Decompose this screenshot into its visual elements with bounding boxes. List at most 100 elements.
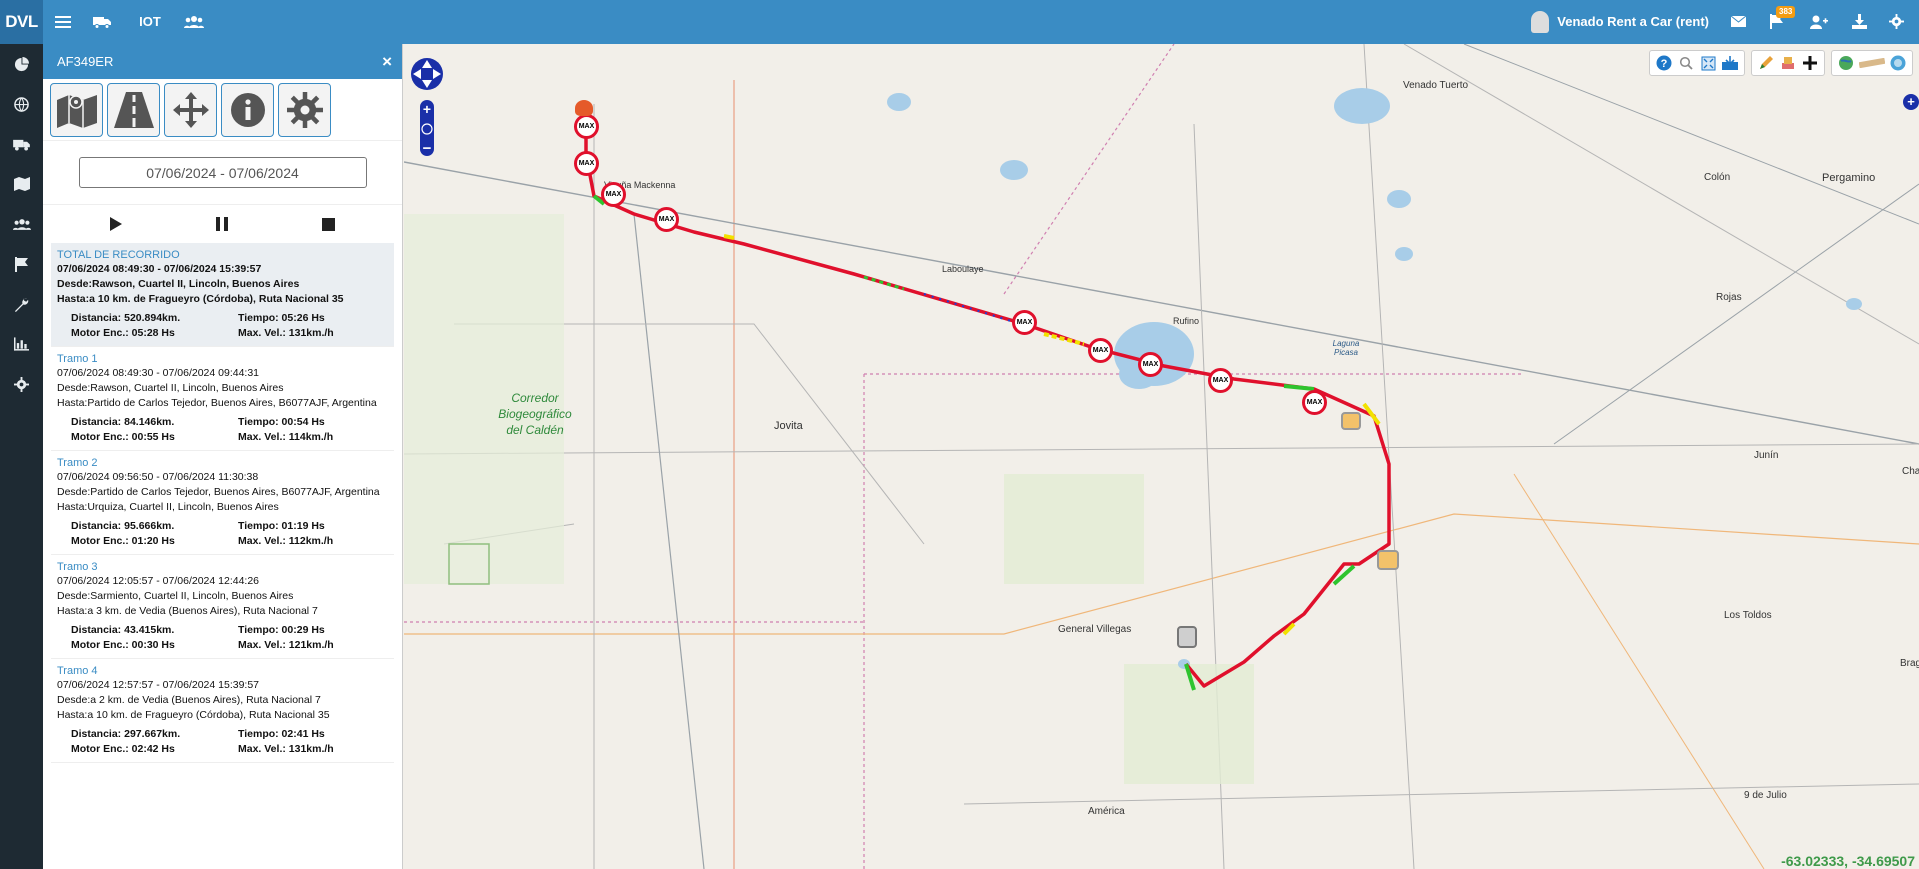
segment-time: Tiempo: 01:19 Hs [238,520,325,532]
segment-title: TOTAL DE RECORRIDO [57,249,180,261]
route-panel: AF349ER × TOTAL DE RECORRIDO 07/06/2024 … [43,44,403,869]
segment-distance: Distancia: 520.894km. [71,312,181,324]
road-button[interactable] [107,83,160,137]
move-button[interactable] [164,83,217,137]
truck-icon[interactable] [0,124,43,164]
flame-icon[interactable] [575,100,593,116]
list-item[interactable]: Tramo 3 07/06/2024 12:05:57 - 07/06/2024… [51,555,394,659]
users-icon[interactable] [0,204,43,244]
coordinates-readout: -63.02333, -34.69507 [1781,853,1915,869]
map-toolbar: ? [1649,50,1913,76]
vehicle-marker[interactable] [1341,412,1361,430]
segment-stats: Distancia: 43.415km. Tiempo: 00:29 Hs Mo… [57,623,388,653]
layers-icon[interactable] [1837,54,1855,72]
pan-zoom-control: + − [410,50,444,160]
segment-max-speed: Max. Vel.: 131km./h [238,743,334,755]
speed-marker[interactable]: MAX [601,182,626,207]
segment-from: Desde:Partido de Carlos Tejedor, Buenos … [57,486,380,498]
map-route-button[interactable] [50,83,103,137]
wrench-icon[interactable] [0,284,43,324]
segment-time: Tiempo: 00:29 Hs [238,624,325,636]
stop-button[interactable] [317,212,341,236]
route-segment [1283,384,1315,391]
route-segment [723,234,735,240]
gear-icon[interactable] [1883,0,1909,44]
speed-marker[interactable]: MAX [574,151,599,176]
speed-marker[interactable]: MAX [1208,368,1233,393]
pause-button[interactable] [210,212,234,236]
route-line[interactable] [584,102,1391,688]
svg-text:+: + [423,101,431,117]
svg-text:−: − [423,140,432,157]
globe-icon[interactable] [0,84,43,124]
mail-icon[interactable] [1725,0,1751,44]
pie-chart-icon[interactable] [0,44,43,84]
user-add-icon[interactable] [1806,0,1832,44]
close-icon[interactable]: × [382,44,392,79]
speed-marker[interactable]: MAX [1088,338,1113,363]
list-item[interactable]: Tramo 4 07/06/2024 12:57:57 - 07/06/2024… [51,659,394,763]
iot-icon[interactable]: IOT [135,0,165,44]
segment-period: 07/06/2024 12:57:57 - 07/06/2024 15:39:5… [57,679,260,691]
avatar [1531,11,1550,33]
user-menu[interactable]: Venado Rent a Car (rent) [1531,0,1709,44]
list-item[interactable]: Tramo 2 07/06/2024 09:56:50 - 07/06/2024… [51,451,394,555]
draw-icon[interactable] [1757,54,1775,72]
speed-marker[interactable]: MAX [574,114,599,139]
playback-controls [43,205,402,243]
segment-title: Tramo 2 [57,457,98,469]
segment-engine-on: Motor Enc.: 01:20 Hs [71,535,175,547]
segment-max-speed: Max. Vel.: 114km./h [238,431,334,443]
flag-icon[interactable] [0,244,43,284]
segment-period: 07/06/2024 08:49:30 - 07/06/2024 15:39:5… [57,263,262,275]
speed-marker[interactable]: MAX [1138,352,1163,377]
search-icon[interactable] [1677,54,1695,72]
gear-icon[interactable] [0,364,43,404]
segment-period: 07/06/2024 12:05:57 - 07/06/2024 12:44:2… [57,575,260,587]
truck-icon[interactable] [89,0,115,44]
segment-engine-on: Motor Enc.: 05:28 Hs [71,327,175,339]
ruler-icon[interactable] [1859,54,1885,72]
group-icon[interactable] [181,0,207,44]
fullscreen-icon[interactable] [1699,54,1717,72]
segment-to: Hasta:Urquiza, Cuartel II, Lincoln, Buen… [57,501,279,513]
segment-engine-on: Motor Enc.: 02:42 Hs [71,743,175,755]
segment-engine-on: Motor Enc.: 00:55 Hs [71,431,175,443]
segment-title: Tramo 4 [57,665,98,677]
total-summary[interactable]: TOTAL DE RECORRIDO 07/06/2024 08:49:30 -… [51,243,394,347]
segment-stats: Distancia: 520.894km. Tiempo: 05:26 Hs M… [57,311,388,341]
segment-stats: Distancia: 95.666km. Tiempo: 01:19 Hs Mo… [57,519,388,549]
add-icon[interactable] [1801,54,1819,72]
top-bar: DVL IOT Venado Rent a Car (rent) 383 [0,0,1919,44]
list-item[interactable]: Tramo 1 07/06/2024 08:49:30 - 07/06/2024… [51,347,394,451]
date-range-input[interactable] [78,157,367,188]
vehicle-marker[interactable] [1177,626,1197,648]
help-icon[interactable]: ? [1655,54,1673,72]
settings-button[interactable] [278,83,331,137]
segment-period: 07/06/2024 09:56:50 - 07/06/2024 11:30:3… [57,471,259,483]
info-button[interactable] [221,83,274,137]
play-button[interactable] [104,212,128,236]
speed-marker[interactable]: MAX [1302,390,1327,415]
flag-icon[interactable]: 383 [1764,0,1796,44]
globe-view-icon[interactable] [1889,54,1907,72]
speed-marker[interactable]: MAX [654,207,679,232]
eraser-icon[interactable] [1779,54,1797,72]
export-icon[interactable] [1721,54,1739,72]
segment-distance: Distancia: 95.666km. [71,520,175,532]
vehicle-marker[interactable] [1377,550,1399,570]
expand-layers-icon[interactable]: + [1903,94,1919,110]
speed-marker[interactable]: MAX [1012,310,1037,335]
map-toolbar-group [1831,50,1913,76]
bar-chart-icon[interactable] [0,324,43,364]
segment-to: Hasta:Partido de Carlos Tejedor, Buenos … [57,397,377,409]
segment-distance: Distancia: 297.667km. [71,728,181,740]
download-icon[interactable] [1846,0,1872,44]
brand-logo[interactable]: DVL [0,0,43,44]
notification-badge: 383 [1776,6,1796,18]
map-icon[interactable] [0,164,43,204]
menu-icon[interactable] [50,0,76,44]
svg-text:?: ? [1661,58,1668,70]
map-canvas[interactable]: Venado Tuerto Colón Pergamino Rojas Juní… [404,44,1919,869]
segment-engine-on: Motor Enc.: 00:30 Hs [71,639,175,651]
